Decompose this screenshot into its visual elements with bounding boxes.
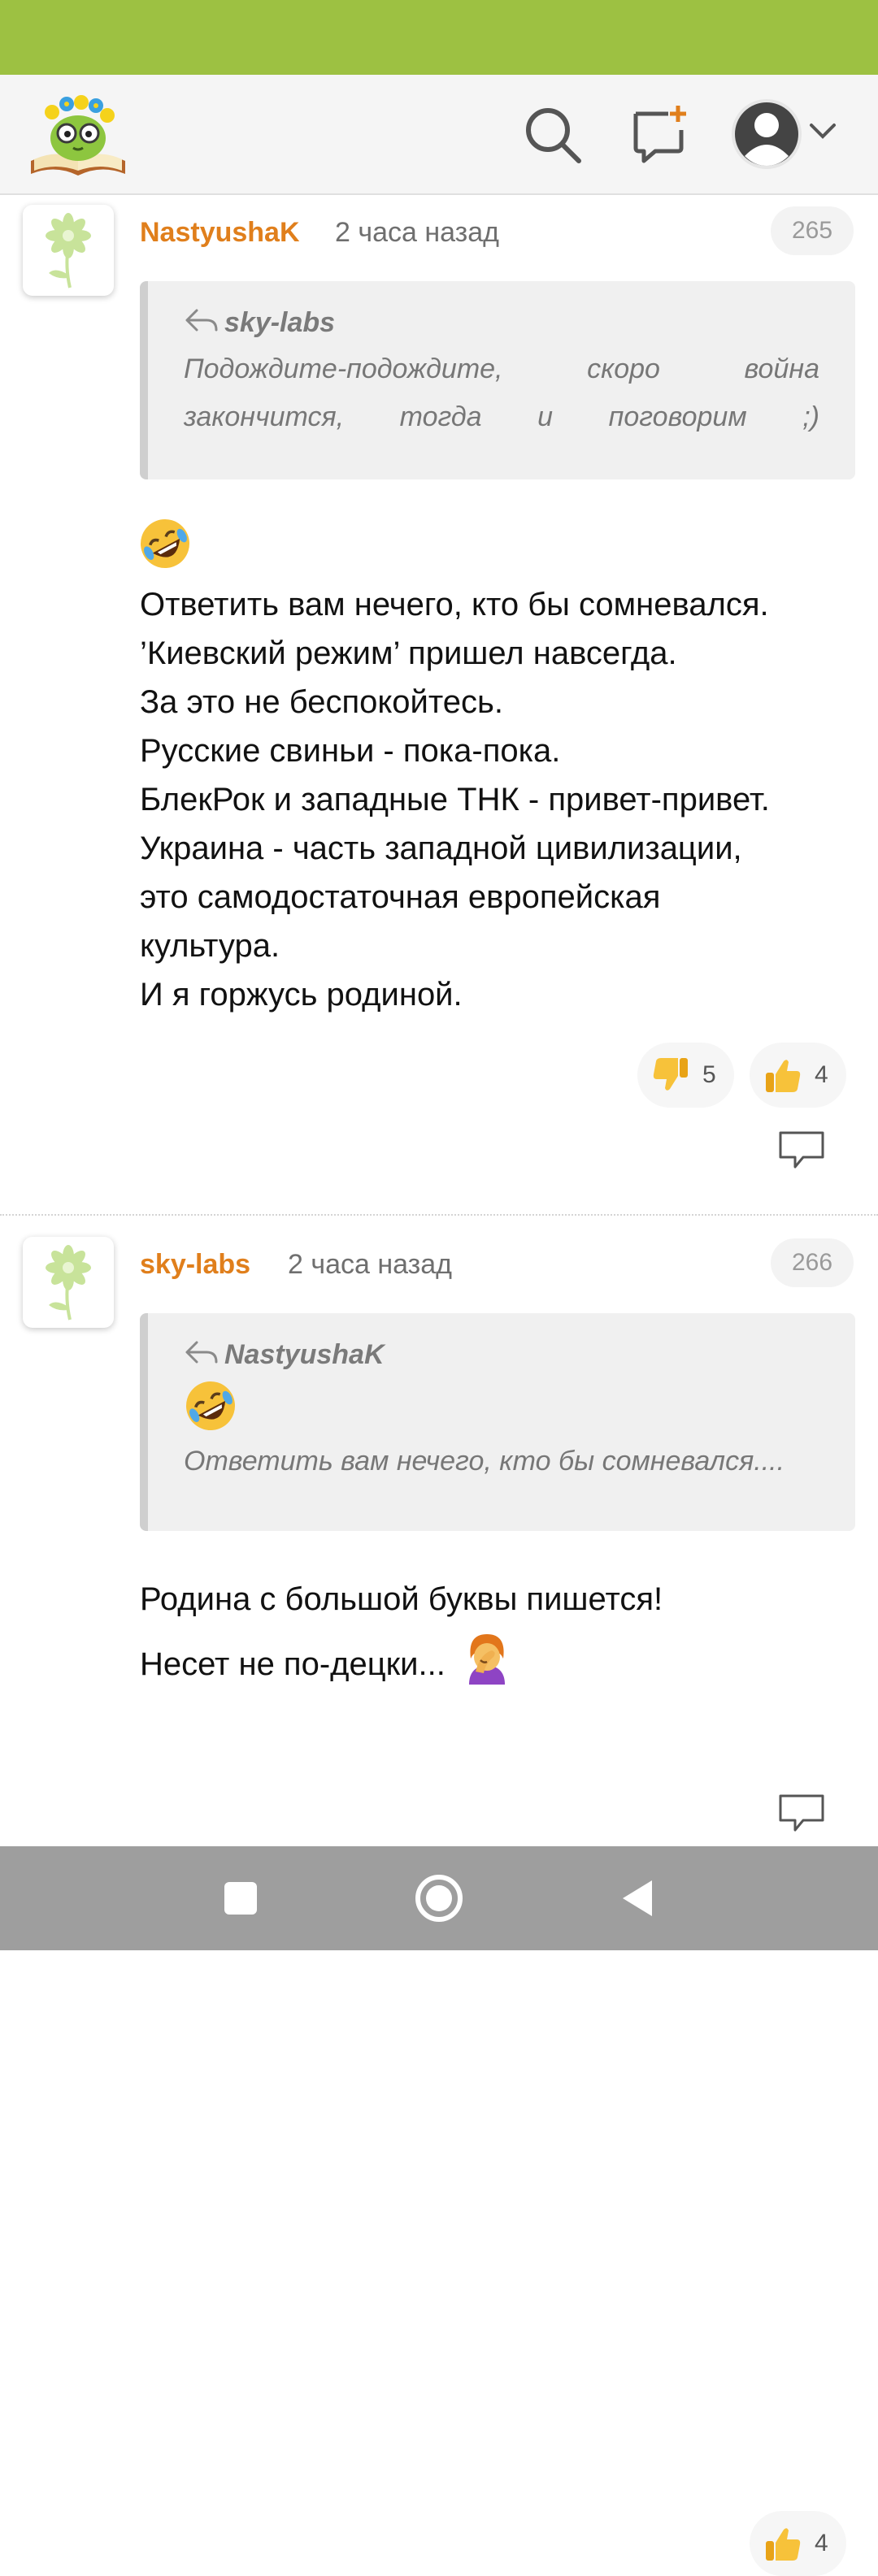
quote-text: Подождите-подождите, скоро война закончи…	[184, 353, 819, 432]
comment-body: Ответить вам нечего, кто бы сомневался. …	[140, 580, 855, 1019]
thumbs-up-icon	[766, 1060, 801, 1092]
comment-line: Несет не по-децки...	[140, 1632, 855, 1697]
dislike-count: 5	[702, 1061, 716, 1088]
search-icon[interactable]	[520, 102, 585, 167]
reply-comment-icon[interactable]	[777, 1793, 826, 1835]
comment-line: И я горжусь родиной.	[140, 977, 463, 1013]
comment-time: 2 часа назад	[335, 217, 499, 248]
quote-author: NastyushaK	[184, 1338, 819, 1373]
thumbs-up-icon	[766, 2528, 801, 2561]
comment-line: ’Киевский режим’ пришел навсегда.	[140, 635, 677, 671]
comment-number[interactable]: 266	[771, 1238, 854, 1287]
like-button[interactable]: 4	[750, 1043, 846, 1108]
recent-apps-button[interactable]	[216, 1874, 265, 1923]
dislike-button[interactable]: 5	[637, 1043, 734, 1108]
comment-author[interactable]: NastyushaK	[140, 217, 300, 249]
back-button[interactable]	[615, 1874, 663, 1923]
laughing-emoji	[138, 517, 192, 570]
comment-author[interactable]: sky-labs	[140, 1249, 250, 1281]
comment-line: Родина с большой буквы пишется!	[140, 1581, 663, 1617]
comment-line: За это не беспокойтесь.	[140, 684, 503, 720]
comment-body: Родина с большой буквы пишется! Несет не…	[140, 1567, 855, 1697]
comment-line: это самодостаточная европейская	[140, 879, 661, 915]
daisy-avatar[interactable]	[23, 1237, 114, 1328]
comment-divider	[0, 1214, 878, 1216]
comment-time: 2 часа назад	[288, 1249, 452, 1280]
reply-arrow-icon	[184, 306, 224, 340]
facepalm-emoji	[468, 1634, 505, 1685]
comment-line: культура.	[140, 928, 280, 964]
new-post-icon[interactable]	[628, 102, 693, 167]
reply-comment-icon[interactable]	[777, 1130, 826, 1172]
status-bar	[0, 0, 878, 75]
comment-line: Ответить вам нечего, кто бы сомневался.	[140, 587, 769, 622]
thumbs-down-icon	[653, 1058, 688, 1091]
comment-line: Украина - часть западной цивилизации,	[140, 830, 742, 866]
app-header	[0, 75, 878, 195]
daisy-avatar[interactable]	[23, 205, 114, 296]
chevron-down-icon[interactable]	[805, 114, 841, 150]
site-logo[interactable]	[28, 89, 128, 180]
comment-number[interactable]: 265	[771, 206, 854, 255]
quote-block: NastyushaK Ответить вам нечего, кто бы с…	[140, 1313, 855, 1531]
like-button[interactable]: 4	[750, 2511, 846, 2576]
like-count: 4	[815, 2530, 828, 2556]
system-nav-bar	[0, 1846, 878, 1950]
laughing-emoji	[184, 1379, 819, 1433]
user-avatar-icon[interactable]	[730, 98, 803, 171]
comment-line: Русские свиньи - пока-пока.	[140, 733, 561, 769]
reply-arrow-icon	[184, 1338, 224, 1373]
comment-line: БлекРок и западные ТНК - привет-привет.	[140, 782, 770, 817]
like-count: 4	[815, 1061, 828, 1088]
quote-text: Ответить вам нечего, кто бы сомневался..…	[184, 1446, 785, 1477]
quote-author: sky-labs	[184, 306, 819, 340]
quote-block: sky-labs Подождите-подождите, скоро войн…	[140, 281, 855, 479]
home-button[interactable]	[413, 1872, 465, 1924]
